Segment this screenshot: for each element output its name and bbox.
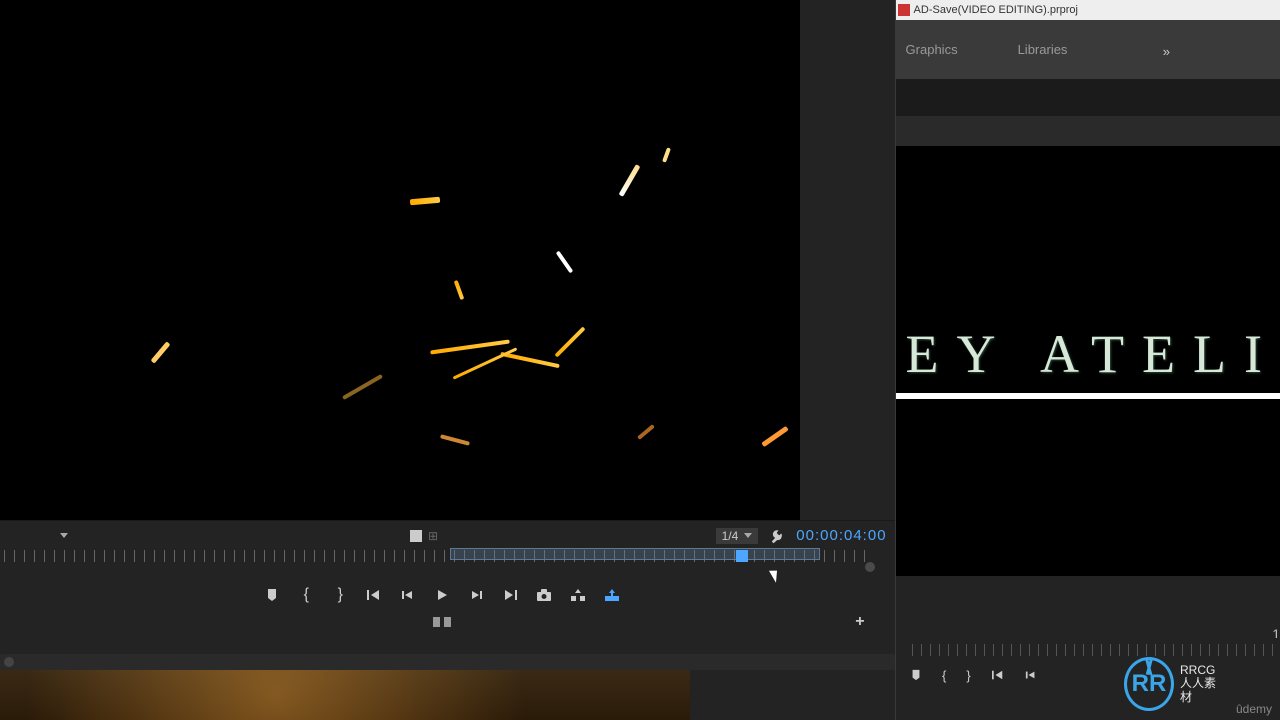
spark-particle	[556, 251, 574, 274]
go-to-out-button[interactable]	[502, 587, 518, 603]
caret-down-icon	[744, 533, 752, 538]
spark-particle	[342, 374, 383, 400]
scroll-knob[interactable]	[4, 657, 14, 667]
in-out-range[interactable]	[450, 548, 820, 560]
fit-button[interactable]: ⊞	[406, 528, 442, 544]
step-forward-button[interactable]	[468, 587, 484, 603]
logo-label-bottom: 人人素材	[1180, 677, 1224, 703]
logo-circle-icon: RR	[1124, 657, 1174, 711]
settings-wrench-icon[interactable]	[770, 528, 786, 544]
spark-particle	[662, 147, 671, 162]
button-editor-plus-icon[interactable]: +	[855, 613, 864, 631]
zoom-dropdown[interactable]: 1/4	[716, 528, 759, 544]
logo-initials: RR	[1132, 670, 1167, 698]
step-back-button[interactable]	[400, 587, 416, 603]
spark-particle	[500, 352, 560, 368]
secondary-transport: +	[0, 610, 885, 634]
mark-in-button[interactable]: {	[942, 668, 946, 683]
zoom-value: 1/4	[722, 529, 739, 543]
panel-header-bar	[896, 80, 1280, 116]
window-titlebar: AD-Save(VIDEO EDITING).prproj	[896, 0, 1280, 20]
spark-particle	[440, 434, 470, 446]
source-monitor-panel: ⊞ 1/4 00:00:04:00 { }	[0, 0, 895, 720]
title-text: EY ATELI	[896, 323, 1280, 385]
zoom-scrollbar-end[interactable]	[865, 562, 875, 572]
monitor-controls-bar: ⊞ 1/4 00:00:04:00	[0, 520, 895, 550]
go-to-in-button[interactable]	[366, 587, 382, 603]
spark-particle	[619, 164, 641, 197]
spark-particle	[454, 280, 465, 300]
mark-in-button[interactable]: {	[298, 587, 314, 603]
spark-particle	[453, 347, 518, 379]
panel-scrollbar[interactable]	[0, 654, 895, 670]
spark-particle	[761, 426, 788, 447]
workspace-tabs: Graphics Libraries »	[896, 20, 1280, 80]
add-marker-button[interactable]	[910, 669, 922, 681]
spark-particle	[430, 339, 510, 354]
tab-libraries[interactable]: Libraries	[1018, 42, 1068, 57]
logo-text: RRCG 人人素材	[1180, 664, 1224, 704]
spark-particle	[637, 424, 655, 440]
app-icon	[898, 4, 910, 16]
overflow-chevrons-icon[interactable]: »	[1163, 44, 1170, 59]
play-button[interactable]	[434, 587, 450, 603]
program-preview[interactable]: EY ATELI	[896, 146, 1280, 576]
tab-graphics[interactable]: Graphics	[906, 42, 958, 57]
watermark-logo: RR RRCG 人人素材	[1124, 654, 1224, 714]
export-frame-button[interactable]	[536, 587, 552, 603]
spark-particle	[410, 197, 440, 206]
right-panel: AD-Save(VIDEO EDITING).prproj Graphics L…	[895, 0, 1280, 720]
spark-particle	[554, 326, 585, 357]
overwrite-button[interactable]	[604, 587, 620, 603]
insert-button[interactable]	[570, 587, 586, 603]
transport-controls: { }	[0, 578, 885, 612]
spark-particle	[151, 341, 171, 363]
provider-badge: ûdemy	[1236, 702, 1272, 716]
source-selector-dropdown[interactable]	[60, 533, 68, 538]
monitor-timeline[interactable]	[0, 548, 885, 572]
comparison-view-icon[interactable]	[433, 615, 451, 629]
go-to-in-button[interactable]	[991, 669, 1005, 681]
mark-out-button[interactable]: }	[332, 587, 348, 603]
project-filename: AD-Save(VIDEO EDITING).prproj	[914, 4, 1078, 16]
playhead-icon[interactable]	[736, 550, 748, 562]
add-marker-button[interactable]	[264, 587, 280, 603]
step-back-button[interactable]	[1025, 669, 1037, 681]
panel-sub-bar	[896, 116, 1280, 146]
timecode-display[interactable]: 00:00:04:00	[796, 527, 886, 544]
mark-out-button[interactable]: }	[966, 668, 970, 683]
source-preview[interactable]	[0, 0, 800, 520]
project-bin-thumbnail[interactable]	[0, 670, 690, 720]
title-underline	[896, 393, 1280, 399]
